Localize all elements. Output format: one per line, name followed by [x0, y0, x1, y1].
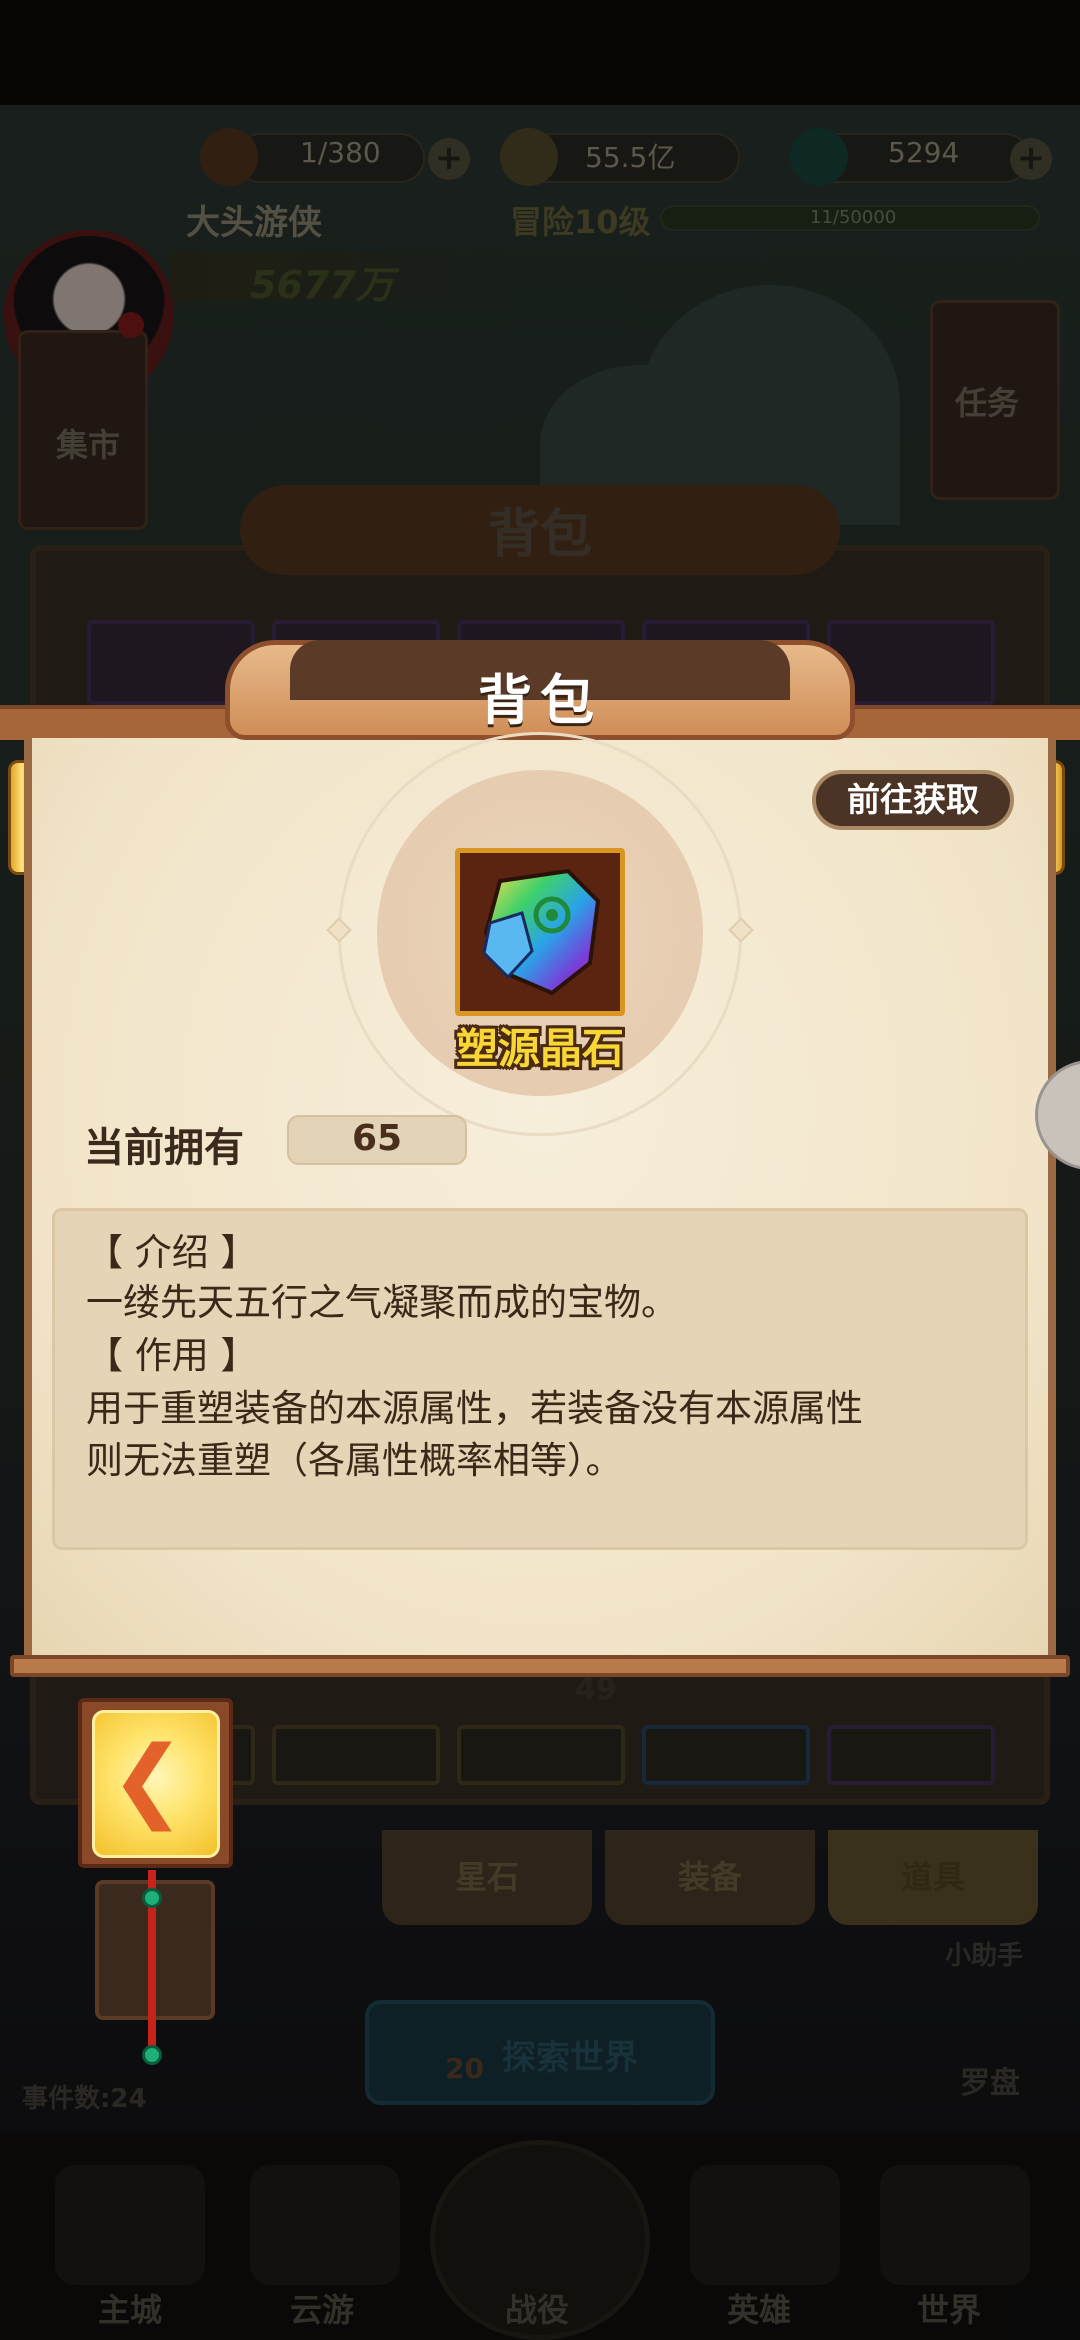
xp-value: 11/50000: [810, 207, 897, 228]
explore-world-label: 探索世界: [502, 2038, 638, 2078]
main-city-icon[interactable]: [55, 2165, 205, 2285]
item-slot[interactable]: [642, 1725, 810, 1785]
rope-knot: [142, 1888, 162, 1908]
gold-value: 55.5亿: [585, 141, 676, 174]
nav-hero[interactable]: 英雄: [727, 2285, 791, 2331]
coin-icon: [500, 128, 558, 186]
gem-value: 5294: [888, 136, 960, 169]
cloud-travel-icon[interactable]: [250, 2165, 400, 2285]
back-arrow-icon: ❮: [110, 1727, 186, 1832]
tab-star-stone[interactable]: 星石: [382, 1830, 592, 1925]
tab-props[interactable]: 道具: [828, 1830, 1038, 1925]
item-name: 塑源晶石: [455, 1024, 624, 1073]
add-stamina-button[interactable]: +: [428, 138, 470, 180]
rope-knot: [142, 2045, 162, 2065]
event-count: 事件数:24: [22, 2084, 147, 2114]
intro-text: 一缕先天五行之气凝聚而成的宝物。: [86, 1281, 678, 1324]
use-heading: 【 作用 】: [86, 1334, 258, 1377]
modal-title: 背包: [478, 669, 602, 732]
item-slot[interactable]: [457, 1725, 625, 1785]
explore-count: 20: [445, 2052, 484, 2085]
slot-count-badge: 49: [575, 1672, 617, 1707]
nav-main-city[interactable]: 主城: [98, 2285, 162, 2331]
use-text-line1: 用于重塑装备的本源属性，若装备没有本源属性: [86, 1387, 863, 1430]
intro-heading: 【 介绍 】: [86, 1231, 258, 1274]
screen: 1/380 + 55.5亿 5294 + 大头游侠 冒险10级 11/50000…: [0, 0, 1080, 2340]
jade-icon: [790, 128, 848, 186]
nav-campaign[interactable]: 战役: [505, 2285, 569, 2331]
task-label: 任务: [955, 384, 1020, 422]
hero-icon[interactable]: [690, 2165, 840, 2285]
use-text-line2: 则无法重塑（各属性概率相等）。: [86, 1439, 623, 1482]
item-slot[interactable]: [272, 1725, 440, 1785]
market-label: 集市: [56, 426, 121, 464]
owned-value: 65: [351, 1118, 403, 1159]
item-slot[interactable]: [827, 1725, 995, 1785]
go-obtain-button[interactable]: 前往获取: [812, 770, 1014, 830]
nav-cloud-travel[interactable]: 云游: [290, 2285, 354, 2331]
add-gem-button[interactable]: +: [1010, 138, 1052, 180]
player-name: 大头游侠: [186, 203, 322, 243]
modal-bottom-border: [10, 1655, 1070, 1677]
meat-icon: [200, 128, 258, 186]
compass-label: 罗盘: [960, 2066, 1020, 2101]
world-icon[interactable]: [880, 2165, 1030, 2285]
item-icon-frame: [455, 848, 625, 1016]
tab-equipment[interactable]: 装备: [605, 1830, 815, 1925]
crystal-icon: [482, 868, 601, 996]
notification-dot: [118, 312, 144, 338]
power-value: 5677万: [250, 263, 394, 307]
owned-label: 当前拥有: [84, 1125, 244, 1171]
adventure-level: 冒险10级: [510, 203, 651, 241]
nav-world[interactable]: 世界: [917, 2285, 981, 2331]
background-panel-title: 背包: [487, 505, 592, 565]
helper-label: 小助手: [945, 1941, 1024, 1971]
stamina-value: 1/380: [300, 136, 381, 169]
